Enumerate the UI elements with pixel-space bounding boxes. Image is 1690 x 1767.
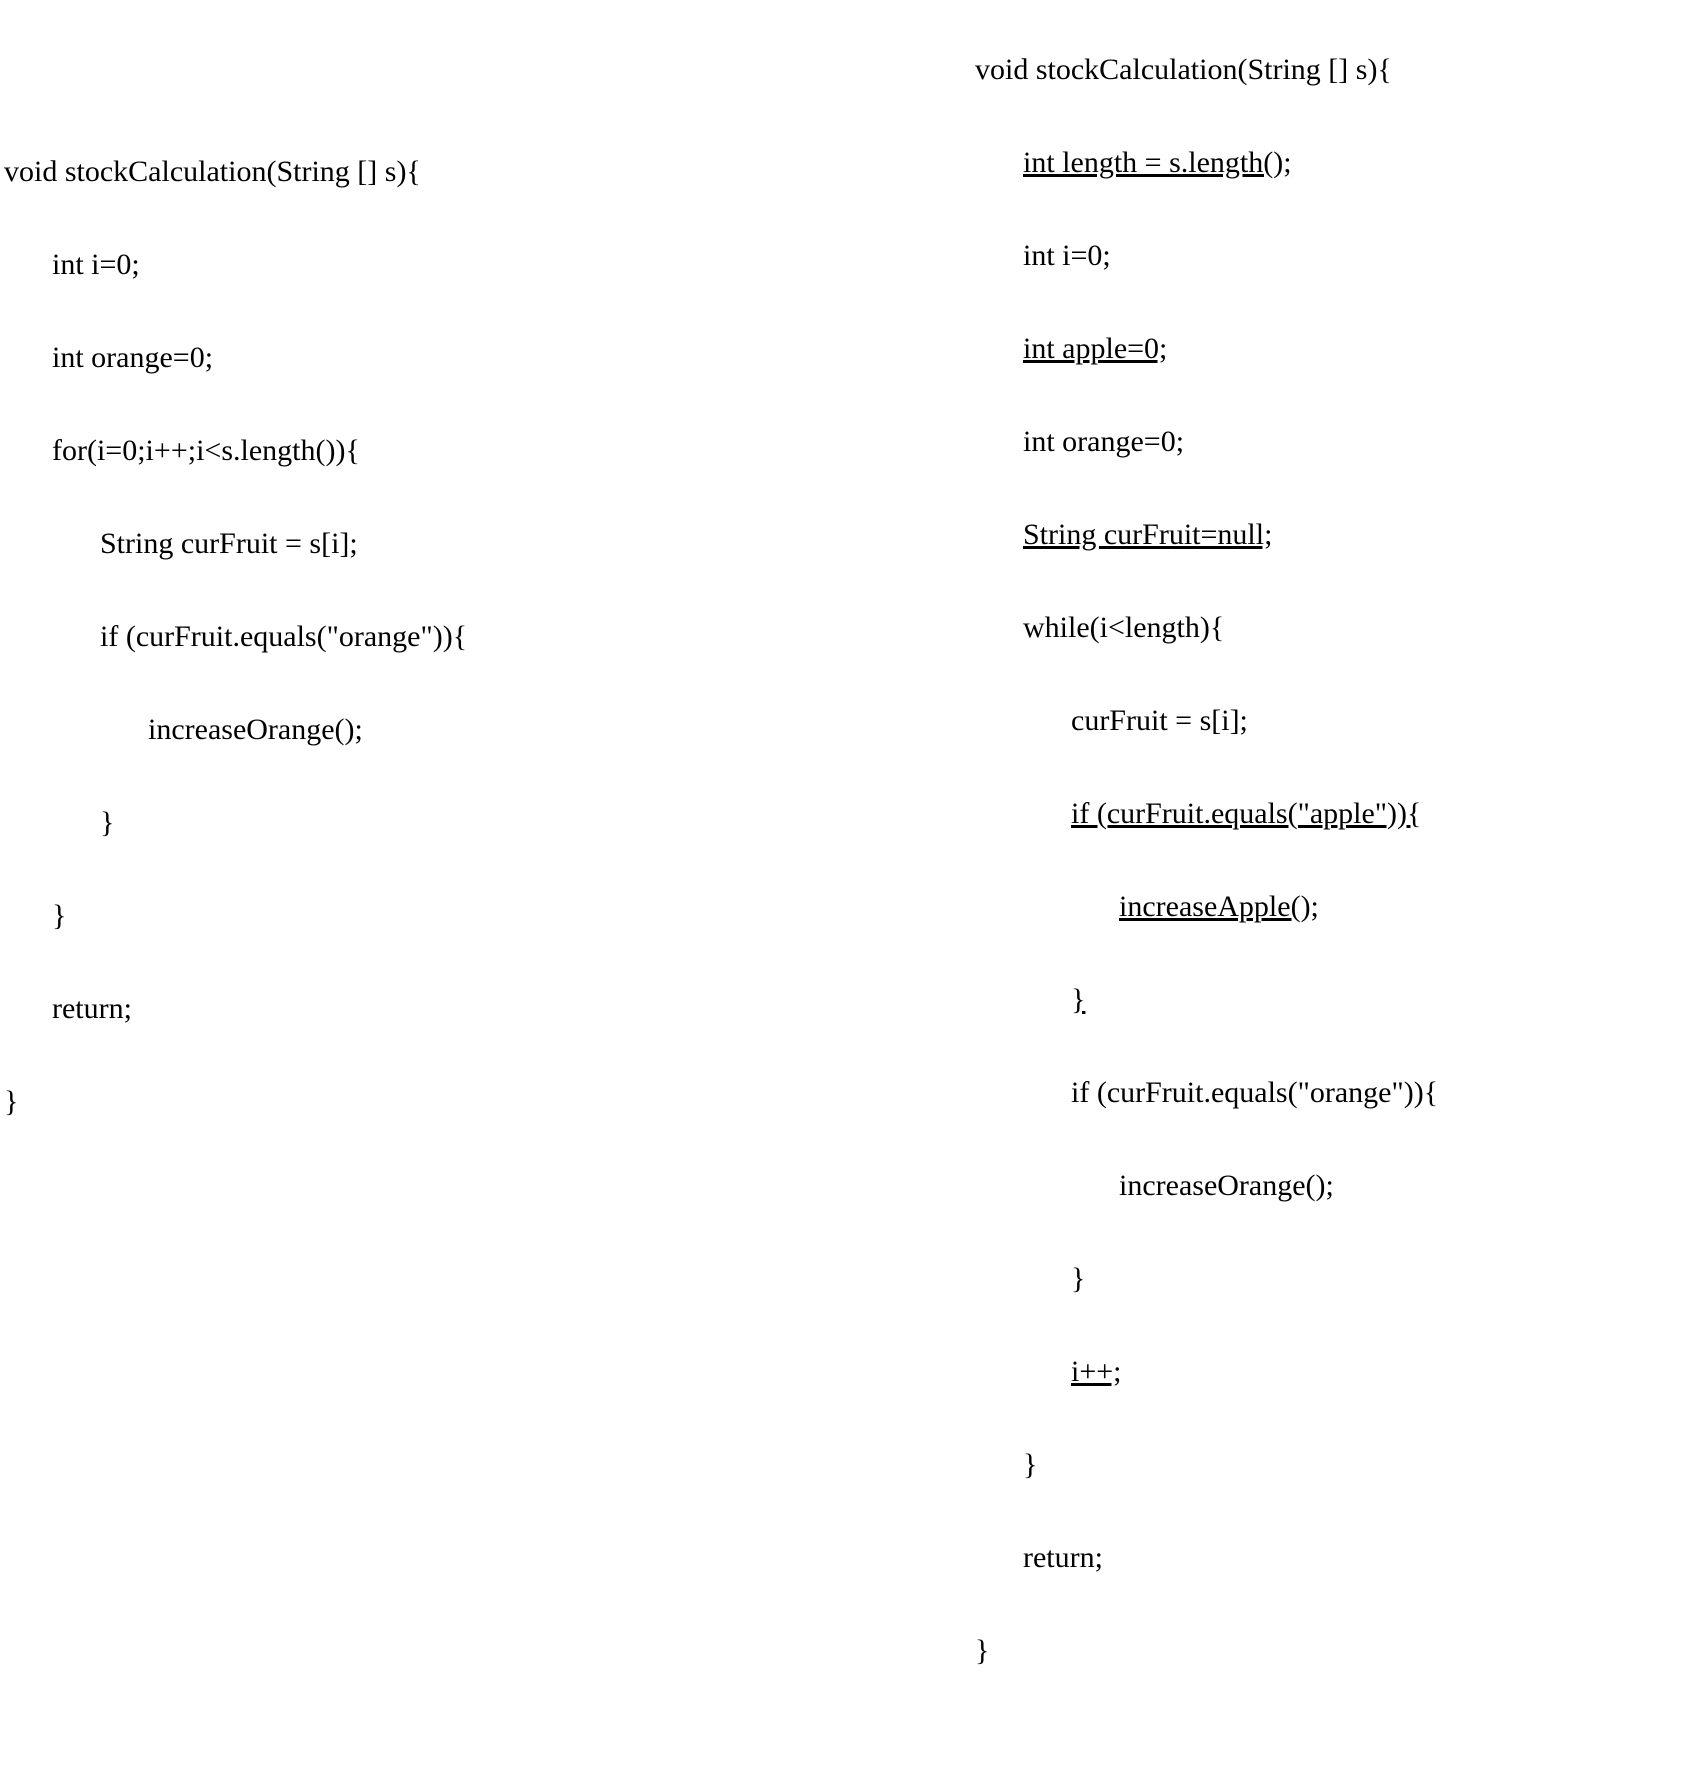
code-line: i++; [975, 1349, 1690, 1396]
code-line: if (curFruit.equals("apple")){ [975, 791, 1690, 838]
right-code-block: void stockCalculation(String [] s){ int … [845, 0, 1690, 1048]
code-line: } [975, 1442, 1690, 1489]
code-line: if (curFruit.equals("orange")){ [4, 614, 845, 661]
code-line: } [975, 1628, 1690, 1675]
code-line: int orange=0; [975, 419, 1690, 466]
code-line: int i=0; [4, 242, 845, 289]
code-line: void stockCalculation(String [] s){ [975, 47, 1690, 94]
code-line: String curFruit = s[i]; [4, 521, 845, 568]
code-line: } [4, 800, 845, 847]
code-line: return; [975, 1535, 1690, 1582]
code-line: increaseApple(); [975, 884, 1690, 931]
code-line: while(i<length){ [975, 605, 1690, 652]
code-line: } [975, 1256, 1690, 1303]
code-line: int length = s.length(); [975, 140, 1690, 187]
code-line: void stockCalculation(String [] s){ [4, 149, 845, 196]
code-line: String curFruit=null; [975, 512, 1690, 559]
code-line: int i=0; [975, 233, 1690, 280]
left-code-block: void stockCalculation(String [] s){ int … [0, 0, 845, 1048]
code-line: curFruit = s[i]; [975, 698, 1690, 745]
code-line: if (curFruit.equals("orange")){ [975, 1070, 1690, 1117]
code-line: int orange=0; [4, 335, 845, 382]
code-line: } [975, 977, 1690, 1024]
code-line: return; [4, 986, 845, 1033]
code-line: } [4, 893, 845, 940]
code-line: int apple=0; [975, 326, 1690, 373]
code-line: increaseOrange(); [975, 1163, 1690, 1210]
code-line: increaseOrange(); [4, 707, 845, 754]
code-comparison-container: void stockCalculation(String [] s){ int … [0, 0, 1690, 1048]
code-line: for(i=0;i++;i<s.length()){ [4, 428, 845, 475]
code-line: } [4, 1079, 845, 1126]
